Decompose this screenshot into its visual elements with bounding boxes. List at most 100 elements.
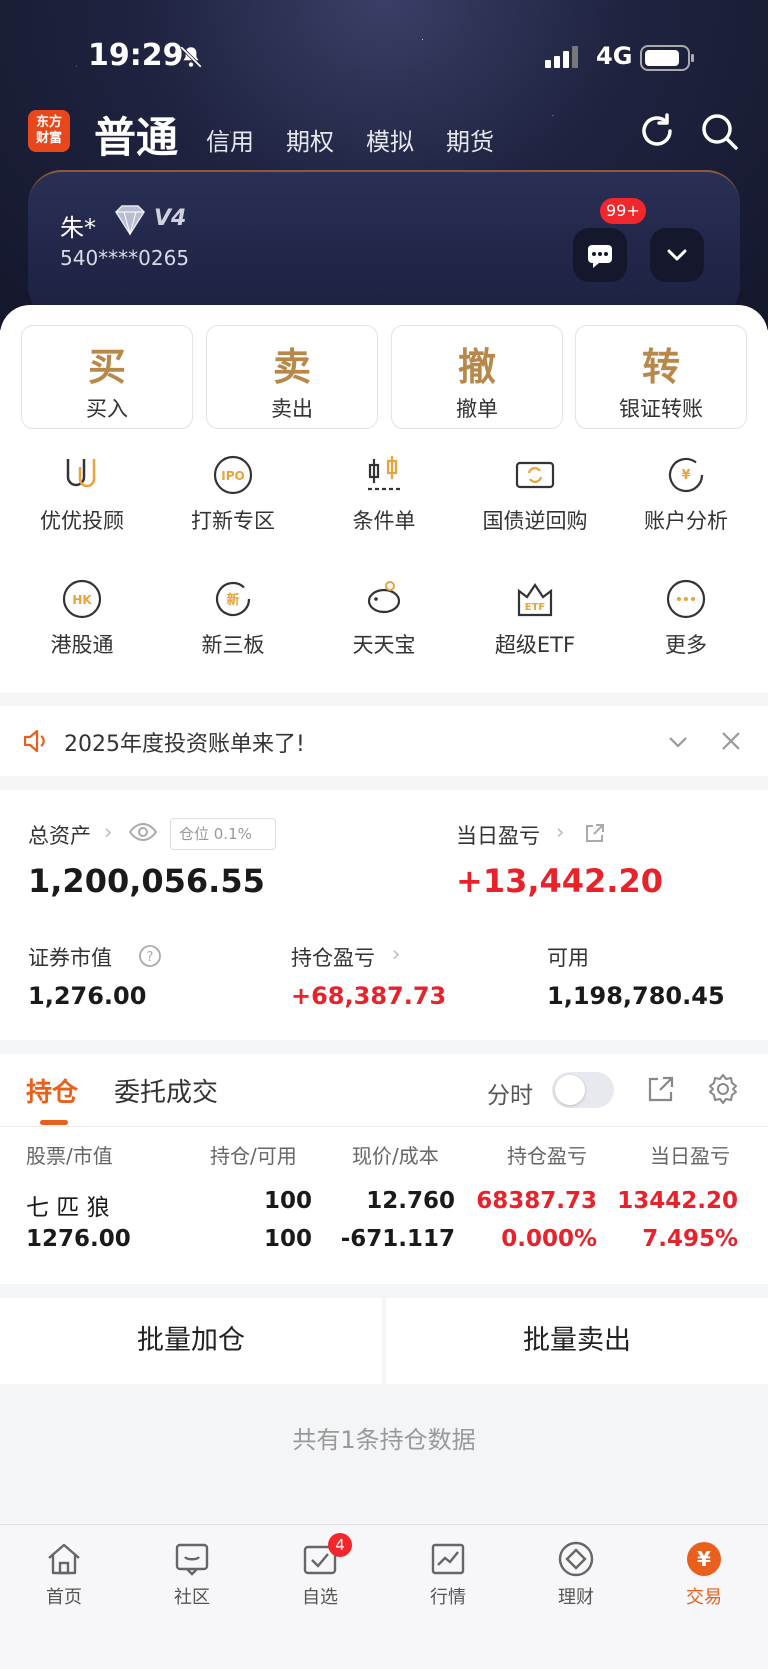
account-dropdown-button[interactable]	[650, 228, 704, 282]
hk-connect-label: 港股通	[50, 633, 114, 657]
chevron-right-icon: ›	[104, 820, 113, 844]
neeq-icon: 新	[215, 581, 251, 617]
holding-pl-label[interactable]: 持仓盈亏	[291, 942, 375, 972]
nav-watchlist[interactable]: 4 自选	[270, 1533, 370, 1609]
svg-text:?: ?	[147, 950, 154, 965]
ipo-item[interactable]: IPO 打新专区	[158, 453, 308, 535]
repo-item[interactable]: 国债逆回购	[460, 453, 610, 535]
holding-pl-value: +68,387.73	[291, 982, 447, 1010]
col-holding-pl: 持仓盈亏	[507, 1144, 587, 1168]
buy-char: 买	[87, 344, 126, 389]
refresh-icon[interactable]	[636, 110, 678, 152]
neeq-item[interactable]: 新 新三板	[158, 577, 308, 659]
tab-credit[interactable]: 信用	[206, 122, 254, 157]
daily-pl-label[interactable]: 当日盈亏	[456, 820, 540, 850]
toggle-knob	[555, 1075, 585, 1105]
tab-simulation[interactable]: 模拟	[366, 122, 414, 157]
repo-label: 国债逆回购	[482, 509, 588, 533]
nav-finance[interactable]: 理财	[526, 1539, 626, 1609]
repo-icon	[515, 461, 555, 489]
uu-advisor-icon	[66, 459, 96, 488]
cancel-char: 撤	[457, 344, 496, 389]
account-analysis-icon: ¥	[668, 457, 704, 493]
header-background: 19:29 4G 东方 财富 普通 信用 期权 模拟 期货 朱* V4 540*…	[0, 0, 768, 330]
bottom-nav: 首页 社区 4 自选 行情 理财 ¥ 交易	[0, 1524, 768, 1669]
notice-bar[interactable]: 2025年度投资账单来了!	[0, 706, 768, 776]
stock-daily-pl: 13442.20	[617, 1188, 738, 1214]
home-icon	[48, 1543, 80, 1575]
account-analysis-label: 账户分析	[644, 509, 728, 533]
holdings-count-text: 共有1条持仓数据	[292, 1426, 476, 1454]
nav-community[interactable]: 社区	[142, 1539, 242, 1609]
intraday-toggle[interactable]	[552, 1072, 614, 1108]
batch-sell-button[interactable]: 批量卖出	[386, 1298, 768, 1384]
cancel-order-button[interactable]: 撤 撤单	[391, 325, 563, 429]
account-analysis-item[interactable]: ¥ 账户分析	[611, 453, 761, 535]
chevron-down-icon[interactable]	[664, 728, 692, 756]
chevron-right-icon: ›	[392, 942, 401, 966]
account-name: 朱*	[60, 214, 96, 242]
sell-button[interactable]: 卖 卖出	[206, 325, 378, 429]
svg-text:ETF: ETF	[525, 602, 545, 613]
function-panel: 买 买入 卖 卖出 撤 撤单 转 银证转账 优优投顾 IPO 打新专区 条件单 …	[0, 305, 768, 693]
eye-icon[interactable]	[128, 820, 158, 844]
condition-order-item[interactable]: 条件单	[309, 453, 459, 535]
more-item[interactable]: 更多	[611, 577, 761, 659]
cancel-label: 撤单	[456, 397, 498, 421]
stock-available: 100	[263, 1226, 312, 1252]
etf-icon: ETF	[517, 583, 553, 617]
uu-advisor-item[interactable]: 优优投顾	[7, 453, 157, 535]
search-icon[interactable]	[698, 110, 740, 152]
message-button[interactable]	[573, 228, 627, 282]
transfer-char: 转	[641, 344, 680, 389]
buy-button[interactable]: 买 买入	[21, 325, 193, 429]
nav-home[interactable]: 首页	[14, 1539, 114, 1609]
ipo-icon: IPO	[213, 455, 253, 495]
position-ratio-tag: 仓位 0.1%	[170, 818, 276, 850]
battery-icon	[640, 45, 694, 71]
help-icon[interactable]: ?	[138, 944, 162, 968]
tab-orders[interactable]: 委托成交	[114, 1072, 218, 1109]
col-daily-pl: 当日盈亏	[650, 1144, 730, 1168]
signal-icon	[545, 46, 578, 68]
stock-market-value: 1276.00	[26, 1226, 131, 1252]
total-assets-value: 1,200,056.55	[28, 862, 265, 900]
total-assets-label[interactable]: 总资产	[28, 820, 91, 850]
super-etf-item[interactable]: ETF 超级ETF	[460, 577, 610, 659]
nav-market[interactable]: 行情	[398, 1539, 498, 1609]
watchlist-badge: 4	[328, 1533, 352, 1557]
account-number: 540****0265	[60, 246, 190, 270]
trade-icon: ¥	[687, 1542, 721, 1576]
stock-position: 100	[263, 1188, 312, 1214]
hk-icon: HK	[62, 579, 102, 619]
tab-futures[interactable]: 期货	[446, 122, 494, 157]
share-icon[interactable]	[584, 822, 606, 844]
market-value-label: 证券市值	[28, 946, 112, 970]
bell-muted-icon	[180, 46, 202, 68]
network-type: 4G	[596, 42, 633, 70]
daily-pl-value: +13,442.20	[456, 862, 663, 900]
bank-transfer-button[interactable]: 转 银证转账	[575, 325, 747, 429]
status-bar: 19:29 4G	[0, 38, 768, 78]
svg-text:HK: HK	[72, 593, 92, 607]
sell-char: 卖	[272, 344, 311, 389]
divider	[0, 1126, 768, 1127]
tab-options[interactable]: 期权	[286, 122, 334, 157]
tab-normal[interactable]: 普通	[94, 104, 178, 165]
batch-add-button[interactable]: 批量加仓	[0, 1298, 382, 1384]
hk-connect-item[interactable]: HK 港股通	[7, 577, 157, 659]
transfer-label: 银证转账	[619, 397, 703, 421]
nav-trade[interactable]: ¥ 交易	[654, 1539, 754, 1609]
neeq-label: 新三板	[201, 633, 265, 657]
nav-watchlist-label: 自选	[302, 1587, 338, 1608]
nav-community-label: 社区	[174, 1587, 210, 1608]
close-icon[interactable]	[718, 728, 744, 754]
nav-market-label: 行情	[430, 1587, 466, 1608]
available-label: 可用	[547, 946, 589, 970]
message-badge: 99+	[600, 198, 646, 224]
stock-price: 12.760	[366, 1188, 455, 1214]
export-icon[interactable]	[646, 1074, 676, 1104]
tab-holdings[interactable]: 持仓	[26, 1072, 78, 1109]
piggy-bank-item[interactable]: 天天宝	[309, 577, 459, 659]
settings-gear-icon[interactable]	[706, 1072, 740, 1106]
